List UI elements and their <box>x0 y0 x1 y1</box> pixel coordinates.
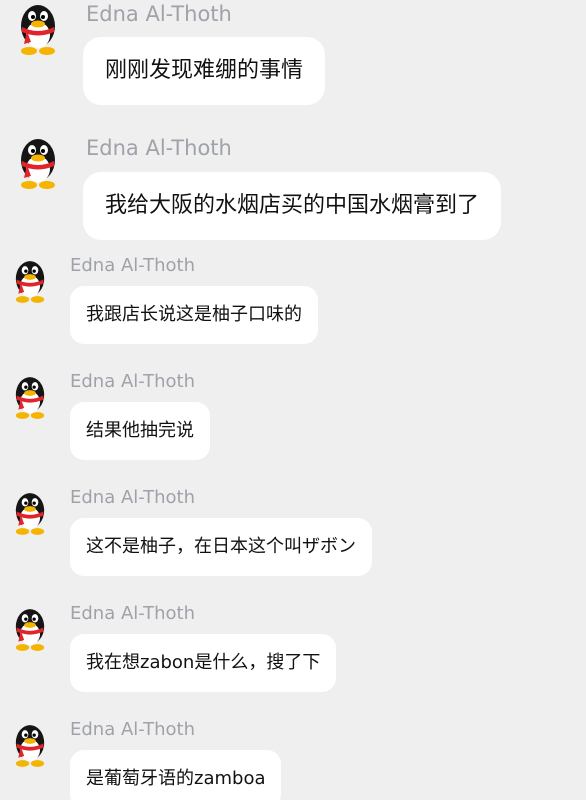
sender-name: Edna Al-Thoth <box>86 136 232 160</box>
message-bubble[interactable]: 我跟店长说这是柚子口味的 <box>70 286 318 344</box>
message-bubble[interactable]: 这不是柚子，在日本这个叫ザボン <box>70 518 372 576</box>
message-bubble[interactable]: 是葡萄牙语的zamboa <box>70 750 282 800</box>
penguin-avatar-icon[interactable] <box>10 374 50 422</box>
sender-name: Edna Al-Thoth <box>70 487 195 508</box>
sender-name: Edna Al-Thoth <box>70 719 195 740</box>
message-bubble[interactable]: 结果他抽完说 <box>70 402 210 460</box>
penguin-avatar-icon[interactable] <box>14 136 62 192</box>
message-bubble[interactable]: 我在想zabon是什么，搜了下 <box>70 634 337 692</box>
penguin-avatar-icon[interactable] <box>10 490 50 538</box>
message-bubble[interactable]: 我给大阪的水烟店买的中国水烟膏到了 <box>83 172 502 240</box>
sender-name: Edna Al-Thoth <box>70 603 195 624</box>
message-bubble[interactable]: 刚刚发现难绷的事情 <box>83 37 326 105</box>
penguin-avatar-icon[interactable] <box>10 258 50 306</box>
sender-name: Edna Al-Thoth <box>70 371 195 392</box>
penguin-avatar-icon[interactable] <box>10 722 50 770</box>
penguin-avatar-icon[interactable] <box>10 606 50 654</box>
penguin-avatar-icon[interactable] <box>14 2 62 58</box>
sender-name: Edna Al-Thoth <box>86 2 232 26</box>
sender-name: Edna Al-Thoth <box>70 255 195 276</box>
chat-window: Edna Al-Thoth 刚刚发现难绷的事情 Edna Al-Thoth 我给… <box>0 0 586 800</box>
